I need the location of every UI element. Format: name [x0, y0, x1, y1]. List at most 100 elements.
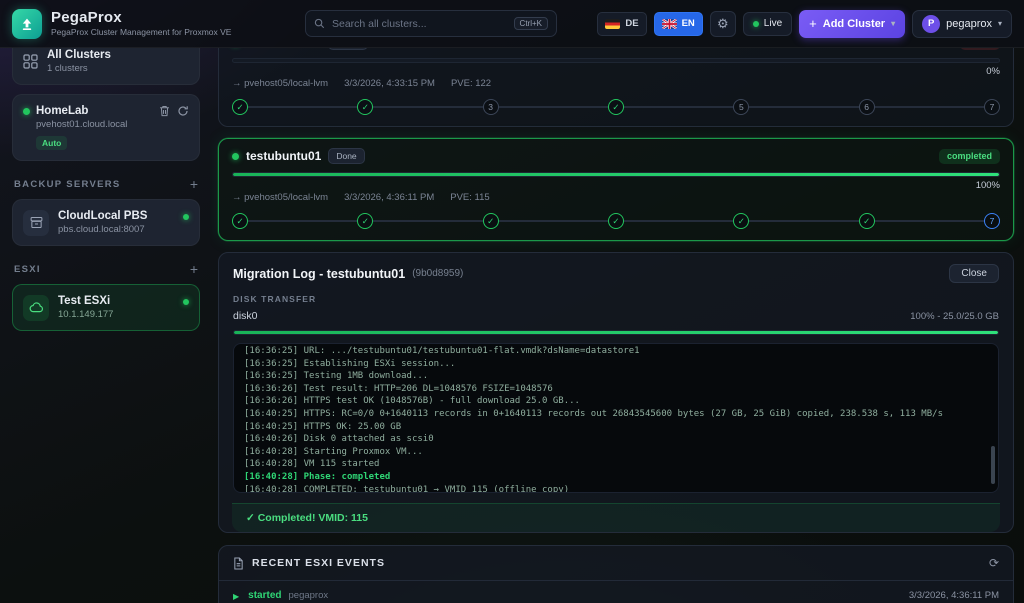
language-en-label: EN: [682, 18, 695, 29]
user-menu-button[interactable]: P pegaprox ▾: [912, 10, 1012, 38]
search-shortcut-hint: Ctrl+K: [514, 17, 548, 30]
live-dot-icon: [753, 21, 759, 27]
step-3: 3: [483, 99, 499, 115]
migration-log-terminal[interactable]: [16:36:25] URL: .../testubuntu01/testubu…: [233, 343, 999, 493]
grid-icon: [23, 54, 38, 69]
online-dot-icon: [183, 214, 189, 220]
migration-state-badge: completed: [939, 149, 1000, 164]
backup-server-host: pbs.cloud.local:8007: [58, 224, 147, 236]
migration-steps: ✓ ✓ 3 ✓ 5 6 7: [232, 99, 1000, 115]
log-line: [16:36:25] Testing 1MB download...: [244, 370, 984, 383]
reconnect-cluster-icon[interactable]: [177, 105, 189, 117]
migration-status-chip: Done: [328, 148, 364, 164]
log-line-phase-completed: [16:40:28] Phase: completed: [244, 471, 984, 484]
log-line: [16:40:25] HTTPS OK: 25.00 GB: [244, 421, 984, 434]
settings-gear-icon[interactable]: ⚙: [710, 11, 736, 37]
flag-en-icon: [662, 19, 677, 29]
log-line: [16:36:25] URL: .../testubuntu01/testubu…: [244, 345, 984, 358]
disk-name: disk0: [233, 310, 258, 322]
log-line: [16:36:26] HTTPS test OK (1048576B) - fu…: [244, 395, 984, 408]
sidebar-item-esxi-test[interactable]: Test ESXi 10.1.149.177: [12, 284, 200, 331]
migration-progress-percent: 0%: [986, 66, 1000, 77]
close-log-button[interactable]: Close: [949, 264, 999, 283]
step-4: ✓: [608, 213, 624, 229]
delete-cluster-icon[interactable]: [159, 105, 170, 117]
add-cluster-button[interactable]: + Add Cluster ▾: [799, 10, 905, 38]
user-name: pegaprox: [946, 18, 992, 30]
log-line: [16:40:28] VM 115 started: [244, 458, 984, 471]
step-6: ✓: [859, 213, 875, 229]
flag-de-icon: [605, 19, 620, 29]
step-connector: [875, 106, 984, 108]
log-line: [16:40:26] Disk 0 attached as scsi0: [244, 433, 984, 446]
disk-transfer-label: DISK TRANSFER: [233, 294, 999, 304]
migration-card-failed[interactable]: testubuntu01 Failed failed 0% → pvehost0…: [218, 48, 1014, 127]
step-3: ✓: [483, 213, 499, 229]
search-input[interactable]: [332, 18, 507, 30]
migration-progress-bar: [232, 172, 1000, 177]
header-actions: DE EN ⚙ Live + Add Cluster ▾ P pegaprox …: [597, 10, 1012, 38]
cluster-host: pvehost01.cloud.local: [36, 119, 189, 131]
step-connector: [749, 106, 858, 108]
sidebar-item-cluster-homelab[interactable]: HomeLab pvehost01.cloud.local Auto: [12, 94, 200, 161]
top-bar: PegaProx PegaProx Cluster Management for…: [0, 0, 1024, 48]
step-1: ✓: [232, 213, 248, 229]
event-timestamp: 3/3/2026, 4:36:11 PM: [909, 590, 999, 601]
esxi-section-header: ESXI +: [14, 261, 198, 277]
step-connector: [499, 106, 608, 108]
log-scrollbar-thumb[interactable]: [991, 446, 995, 484]
migration-progress-bar: [232, 58, 1000, 63]
step-7: 7: [984, 99, 1000, 115]
disk-progress-bar: [233, 330, 999, 335]
log-line: [16:36:26] Test result: HTTP=206 DL=1048…: [244, 383, 984, 396]
sidebar-item-backup-cloudlocal[interactable]: CloudLocal PBS pbs.cloud.local:8007: [12, 199, 200, 246]
add-backup-server-button[interactable]: +: [190, 176, 198, 192]
step-connector: [373, 106, 482, 108]
migration-log-title: Migration Log - testubuntu01: [233, 267, 405, 281]
language-de-button[interactable]: DE: [597, 12, 646, 36]
step-5: 5: [733, 99, 749, 115]
esxi-server-name: Test ESXi: [58, 294, 113, 308]
plus-icon: +: [809, 17, 817, 30]
log-line: [16:36:25] Establishing ESXi session...: [244, 358, 984, 371]
add-esxi-button[interactable]: +: [190, 261, 198, 277]
language-en-button[interactable]: EN: [654, 12, 703, 36]
refresh-events-icon[interactable]: ⟳: [989, 556, 999, 570]
migration-state-badge: failed: [960, 48, 1000, 50]
step-connector: [875, 220, 984, 222]
app-title: PegaProx: [51, 10, 231, 26]
esxi-title: ESXI: [14, 264, 41, 275]
live-status-toggle[interactable]: Live: [743, 12, 792, 36]
cloud-icon: [23, 295, 49, 321]
step-4: ✓: [608, 99, 624, 115]
step-7: 7: [984, 213, 1000, 229]
migration-pve-id: PVE: 115: [450, 192, 489, 203]
migration-date: 3/3/2026, 4:33:15 PM: [344, 78, 435, 89]
main-content: testubuntu01 Failed failed 0% → pvehost0…: [210, 48, 1024, 603]
step-connector: [373, 220, 482, 222]
migration-card-completed[interactable]: testubuntu01 Done completed 100% → pveho…: [218, 138, 1014, 241]
log-line: [16:40:28] Starting Proxmox VM...: [244, 446, 984, 459]
log-line: [16:40:28] COMPLETED: testubuntu01 → VMI…: [244, 484, 984, 493]
avatar: P: [922, 15, 940, 33]
migration-pve-id: PVE: 122: [451, 78, 491, 89]
event-row[interactable]: ▶ started pegaprox 3/3/2026, 4:36:11 PM …: [219, 581, 1013, 603]
step-2: ✓: [357, 213, 373, 229]
step-connector: [499, 220, 608, 222]
app-brand: PegaProx PegaProx Cluster Management for…: [12, 9, 248, 39]
recent-esxi-events-panel: RECENT ESXI EVENTS ⟳ ▶ started pegaprox …: [218, 545, 1014, 603]
cluster-auto-badge: Auto: [36, 136, 67, 150]
migration-vm-name: testubuntu01: [246, 48, 321, 49]
migration-log-panel: Migration Log - testubuntu01 (9b0d8959) …: [218, 252, 1014, 533]
disk-progress-label: 100% - 25.0/25.0 GB: [910, 311, 999, 322]
global-search[interactable]: Ctrl+K: [305, 10, 557, 37]
step-connector: [624, 220, 733, 222]
log-line: [16:40:25] HTTPS: RC=0/0 0+1640113 recor…: [244, 408, 984, 421]
sidebar-item-all-clusters[interactable]: All Clusters 1 clusters: [12, 48, 200, 85]
all-clusters-label: All Clusters: [47, 48, 111, 62]
backup-servers-section-header: BACKUP SERVERS +: [14, 176, 198, 192]
backup-server-icon: [23, 210, 49, 236]
migration-vm-name: testubuntu01: [246, 149, 321, 163]
event-action: started: [248, 590, 281, 601]
cluster-name: HomeLab: [36, 104, 88, 118]
